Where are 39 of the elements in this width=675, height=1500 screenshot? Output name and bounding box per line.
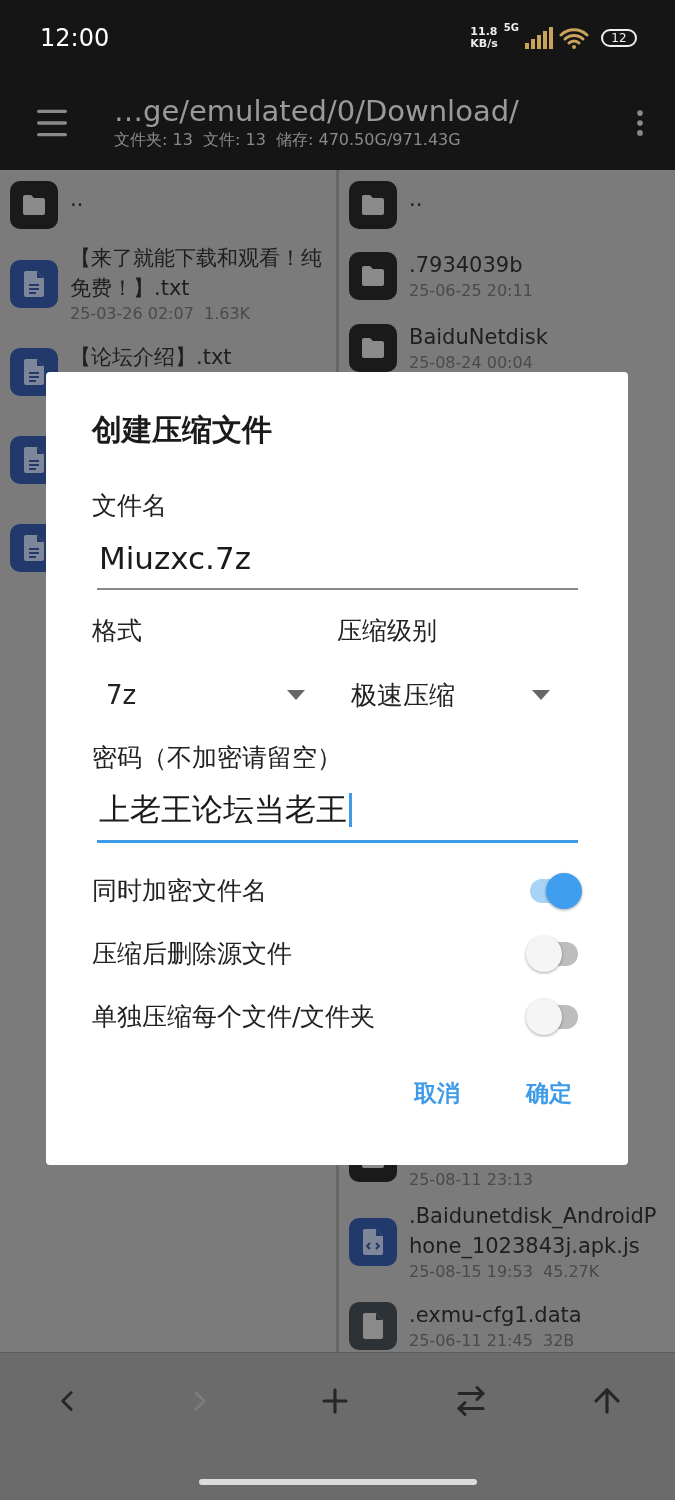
folder-icon	[10, 181, 58, 229]
wifi-icon	[559, 26, 589, 49]
file-name[interactable]: .7934039b	[409, 250, 665, 280]
file-name[interactable]: .exmu-cfg1.data	[409, 1300, 665, 1330]
cancel-button[interactable]: 取消	[414, 1078, 460, 1109]
code-file-icon	[349, 1218, 397, 1266]
folder-icon	[349, 324, 397, 372]
file-name[interactable]: BaiduNetdisk	[409, 322, 665, 352]
file-name[interactable]: 【论坛介绍】.txt	[70, 342, 326, 372]
password-field[interactable]: 上老王论坛当老王	[97, 788, 578, 843]
folder-path: …ge/emulated/0/Download/	[114, 94, 520, 128]
network-speed: 11.8 KB/s	[470, 25, 498, 50]
folder-icon	[349, 181, 397, 229]
signal-icon	[525, 26, 553, 49]
file-name[interactable]: 【来了就能下载和观看！纯免费！】.txt	[70, 243, 326, 303]
file-name[interactable]: .Baidunetdisk_AndroidPhone_1023843j.apk.js	[409, 1201, 665, 1261]
file-name[interactable]: ..	[70, 184, 326, 214]
folder-icon	[349, 252, 397, 300]
field-label: 压缩级别	[337, 615, 438, 647]
dropdown-arrow-icon	[287, 690, 305, 700]
text-file-icon	[10, 260, 58, 308]
level-dropdown[interactable]: 极速压缩	[351, 673, 550, 717]
dialog-title: 创建压缩文件	[92, 411, 273, 449]
status-time: 12:00	[40, 23, 110, 52]
option-label: 单独压缩每个文件/文件夹	[92, 1001, 376, 1033]
field-label: 密码（不加密请留空）	[92, 742, 343, 774]
file-icon	[349, 1302, 397, 1350]
confirm-button[interactable]: 确定	[526, 1078, 572, 1109]
field-label: 格式	[92, 615, 143, 647]
option-label: 压缩后删除源文件	[92, 938, 292, 970]
storage-summary: 文件夹: 13 文件: 13 储存: 470.50G/971.43G	[114, 130, 462, 151]
option-label: 同时加密文件名	[92, 875, 267, 907]
field-label: 文件名	[92, 490, 168, 522]
format-dropdown[interactable]: 7z	[106, 673, 305, 717]
network-type: 5G	[503, 21, 519, 33]
battery-level: 12	[601, 28, 637, 47]
file-name-field[interactable]: Miuzxc.7z	[97, 536, 578, 590]
file-name[interactable]: ..	[409, 184, 665, 214]
dropdown-arrow-icon	[532, 690, 550, 700]
